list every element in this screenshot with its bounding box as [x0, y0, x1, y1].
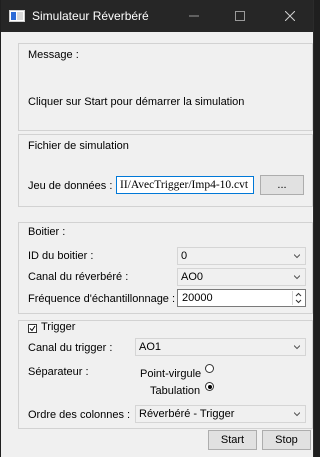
- close-icon: [285, 11, 295, 21]
- close-button[interactable]: [267, 0, 313, 32]
- chevron-down-icon: [294, 275, 300, 280]
- radio-tabulation-label[interactable]: Tabulation: [150, 385, 200, 397]
- separateur-label: Séparateur :: [28, 366, 89, 378]
- fichier-group: Fichier de simulation Jeu de données : I…: [18, 134, 313, 207]
- maximize-button[interactable]: [217, 0, 263, 32]
- freq-value: 20000: [182, 292, 213, 304]
- boitier-group-title: Boitier :: [28, 226, 66, 238]
- freq-label: Fréquence d'échantillonnage :: [28, 293, 176, 305]
- stop-button[interactable]: Stop: [262, 430, 311, 450]
- minimize-button[interactable]: [171, 0, 217, 32]
- chevron-down-icon: [294, 345, 300, 350]
- id-combo[interactable]: 0: [177, 247, 306, 265]
- chevron-down-icon: [294, 254, 300, 259]
- check-icon: [29, 325, 36, 332]
- radio-tabulation[interactable]: [205, 382, 214, 391]
- minimize-icon: [189, 15, 199, 17]
- ordre-combo[interactable]: Réverbéré - Trigger: [135, 405, 306, 423]
- ordre-value: Réverbéré - Trigger: [139, 408, 235, 420]
- trigger-group-title: Trigger: [41, 321, 76, 333]
- message-text: Cliquer sur Start pour démarrer la simul…: [28, 96, 245, 108]
- trigger-checkbox[interactable]: [28, 324, 37, 333]
- trigger-canal-value: AO1: [139, 341, 162, 353]
- spin-arrows-icon[interactable]: [292, 291, 304, 305]
- boitier-group: Boitier : ID du boitier : 0 Canal du rév…: [18, 222, 313, 314]
- message-group: Message : Cliquer sur Start pour démarre…: [18, 43, 313, 131]
- title-bar[interactable]: Simulateur Réverbéré: [1, 0, 313, 32]
- app-icon: [9, 10, 25, 22]
- fichier-group-title: Fichier de simulation: [28, 140, 129, 152]
- jeu-input[interactable]: II/AvecTrigger/Imp4-10.cvt: [116, 176, 254, 194]
- app-window: Simulateur Réverbéré Message : Cliquer s…: [1, 0, 314, 457]
- radio-point-virgule-label[interactable]: Point-virgule: [140, 368, 201, 380]
- trigger-group: Trigger Canal du trigger : AO1 Séparateu…: [18, 320, 313, 429]
- window-title: Simulateur Réverbéré: [32, 9, 149, 23]
- browse-button[interactable]: ...: [260, 175, 304, 195]
- id-combo-value: 0: [181, 250, 188, 262]
- canal-label: Canal du réverbéré :: [28, 271, 129, 283]
- trigger-canal-label: Canal du trigger :: [28, 342, 113, 354]
- canal-combo-value: AO0: [181, 271, 204, 283]
- start-button[interactable]: Start: [208, 430, 257, 450]
- message-group-title: Message :: [28, 49, 79, 61]
- trigger-canal-combo[interactable]: AO1: [135, 338, 306, 356]
- ordre-label: Ordre des colonnes :: [28, 409, 131, 421]
- chevron-down-icon: [294, 412, 300, 417]
- id-label: ID du boitier :: [28, 250, 94, 262]
- canal-combo[interactable]: AO0: [177, 268, 306, 286]
- jeu-label: Jeu de données :: [28, 180, 113, 192]
- maximize-icon: [235, 11, 245, 21]
- freq-spinbox[interactable]: 20000: [177, 289, 306, 307]
- radio-point-virgule[interactable]: [205, 364, 214, 373]
